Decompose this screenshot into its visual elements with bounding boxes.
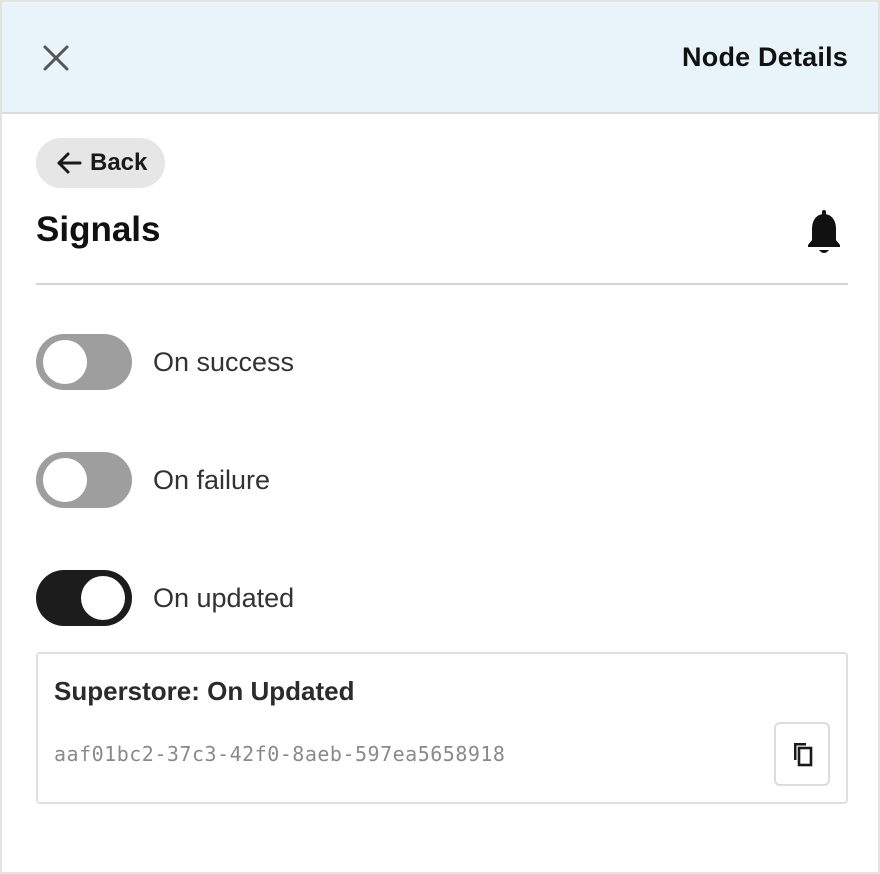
on-updated-toggle[interactable] xyxy=(36,570,132,626)
toggle-knob xyxy=(43,340,87,384)
back-label: Back xyxy=(90,149,148,176)
signal-card: Superstore: On Updated aaf01bc2-37c3-42f… xyxy=(36,652,848,804)
toggle-row-on-updated: On updated xyxy=(36,570,294,626)
panel-title: Node Details xyxy=(682,42,848,72)
toggle-knob xyxy=(81,576,125,620)
on-success-toggle[interactable] xyxy=(36,334,132,390)
bell-icon[interactable] xyxy=(804,210,844,256)
toggle-row-on-success: On success xyxy=(36,334,294,390)
panel-header: Node Details xyxy=(2,0,878,114)
section-divider xyxy=(36,283,848,285)
arrow-left-icon xyxy=(57,152,82,174)
node-details-panel: Node Details Back Signals On success On … xyxy=(0,0,880,874)
on-updated-label: On updated xyxy=(153,582,295,613)
on-success-label: On success xyxy=(153,346,295,377)
back-button[interactable]: Back xyxy=(36,138,166,188)
toggle-knob xyxy=(43,458,87,502)
copy-icon xyxy=(794,743,813,767)
section-title: Signals xyxy=(36,210,161,249)
close-icon xyxy=(43,45,69,71)
close-button[interactable] xyxy=(36,38,76,78)
signal-card-title: Superstore: On Updated xyxy=(54,676,355,706)
on-failure-toggle[interactable] xyxy=(36,452,132,508)
signal-id: aaf01bc2-37c3-42f0-8aeb-597ea5658918 xyxy=(54,742,506,766)
copy-button[interactable] xyxy=(774,722,830,786)
toggle-row-on-failure: On failure xyxy=(36,452,270,508)
on-failure-label: On failure xyxy=(153,464,271,495)
